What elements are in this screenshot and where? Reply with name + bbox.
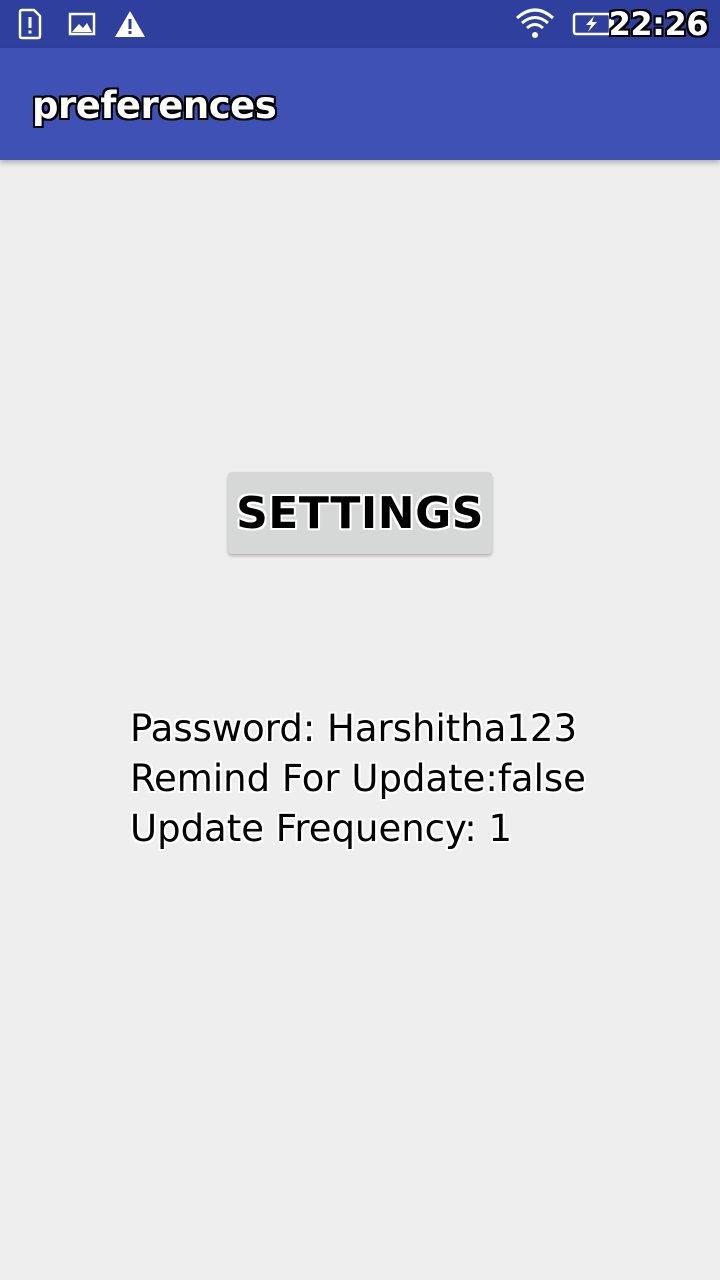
- wifi-icon: [512, 8, 558, 40]
- warning-icon: [112, 8, 148, 40]
- sim-alert-icon: [14, 8, 44, 40]
- status-bar: 22:26: [0, 0, 720, 48]
- password-text: Password: Harshitha123: [130, 707, 578, 750]
- app-bar: preferences: [0, 48, 720, 160]
- status-time: 22:26: [608, 5, 709, 43]
- app-title: preferences: [32, 84, 277, 127]
- settings-button[interactable]: SETTINGS: [228, 472, 492, 554]
- update-frequency-text: Update Frequency: 1: [130, 807, 512, 850]
- preferences-summary: Password: Harshitha123 Remind For Update…: [130, 704, 690, 854]
- image-icon: [66, 8, 98, 40]
- remind-update-text: Remind For Update:false: [130, 757, 586, 800]
